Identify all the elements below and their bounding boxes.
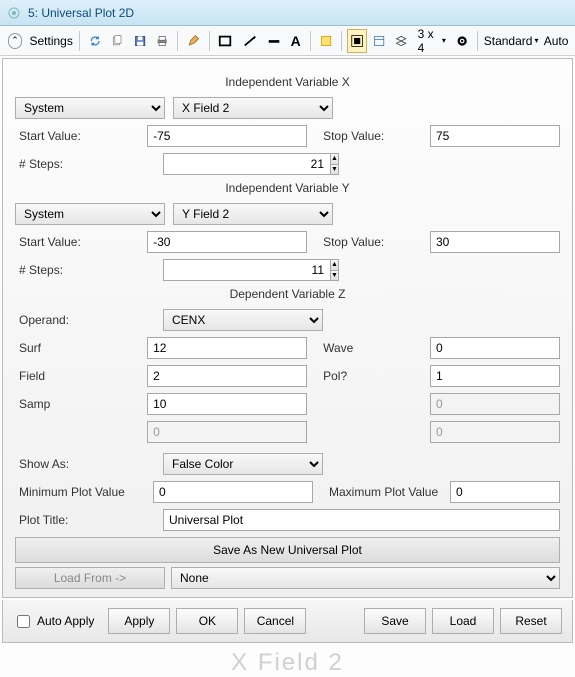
min-plot-label: Minimum Plot Value bbox=[15, 485, 145, 499]
x-steps-spinner[interactable]: ▲▼ bbox=[163, 153, 323, 175]
x-source-select[interactable]: System bbox=[15, 97, 165, 119]
plot-title-label: Plot Title: bbox=[15, 513, 155, 527]
y-stop-input[interactable] bbox=[430, 231, 560, 253]
plot-title-input[interactable] bbox=[163, 509, 560, 531]
extra1-input bbox=[430, 393, 560, 415]
x-stop-input[interactable] bbox=[430, 125, 560, 147]
standard-dropdown[interactable]: Standard ▾ bbox=[483, 29, 539, 53]
x-field-select[interactable]: X Field 2 bbox=[173, 97, 333, 119]
load-button[interactable]: Load bbox=[432, 608, 494, 634]
save-button[interactable]: Save bbox=[364, 608, 426, 634]
x-steps-label: # Steps: bbox=[15, 157, 155, 171]
section-title-x: Independent Variable X bbox=[15, 75, 560, 89]
app-icon bbox=[6, 5, 22, 21]
save-as-new-button[interactable]: Save As New Universal Plot bbox=[15, 537, 560, 563]
min-plot-input[interactable] bbox=[153, 481, 313, 503]
copy-icon[interactable] bbox=[107, 29, 127, 53]
operand-label: Operand: bbox=[15, 313, 155, 327]
rectangle-tool-icon[interactable] bbox=[214, 29, 236, 53]
thickness-icon[interactable] bbox=[263, 29, 285, 53]
cancel-button[interactable]: Cancel bbox=[244, 608, 306, 634]
extra3-input bbox=[430, 421, 560, 443]
window-title: 5: Universal Plot 2D bbox=[28, 6, 134, 20]
spin-up-icon[interactable]: ▲ bbox=[330, 259, 339, 270]
samp-label: Samp bbox=[15, 397, 139, 411]
spin-up-icon[interactable]: ▲ bbox=[330, 153, 339, 164]
save-icon[interactable] bbox=[130, 29, 150, 53]
print-icon[interactable] bbox=[152, 29, 172, 53]
reset-button[interactable]: Reset bbox=[500, 608, 562, 634]
pol-label: Pol? bbox=[315, 369, 422, 383]
y-start-input[interactable] bbox=[147, 231, 307, 253]
y-field-select[interactable]: Y Field 2 bbox=[173, 203, 333, 225]
load-from-button[interactable]: Load From -> bbox=[15, 567, 165, 589]
x-stop-label: Stop Value: bbox=[315, 129, 422, 143]
extra2-input bbox=[147, 421, 307, 443]
surf-label: Surf bbox=[15, 341, 139, 355]
load-from-select[interactable]: None bbox=[171, 567, 560, 589]
x-steps-input[interactable] bbox=[163, 153, 330, 175]
pencil-icon[interactable] bbox=[183, 29, 203, 53]
max-plot-input[interactable] bbox=[450, 481, 560, 503]
auto-apply-checkbox[interactable]: Auto Apply bbox=[13, 612, 94, 631]
y-steps-input[interactable] bbox=[163, 259, 330, 281]
settings-panel: Independent Variable X System X Field 2 … bbox=[2, 58, 573, 598]
apply-button[interactable]: Apply bbox=[108, 608, 170, 634]
field-label: Field bbox=[15, 369, 139, 383]
refresh-icon[interactable] bbox=[85, 29, 105, 53]
wave-input[interactable] bbox=[430, 337, 560, 359]
grid-size-control[interactable]: 3 x 4 ▾ bbox=[414, 29, 450, 53]
samp-input[interactable] bbox=[147, 393, 307, 415]
dialog-footer: Auto Apply Apply OK Cancel Save Load Res… bbox=[2, 600, 573, 643]
x-start-label: Start Value: bbox=[15, 129, 139, 143]
spin-down-icon[interactable]: ▼ bbox=[330, 270, 339, 282]
showas-select[interactable]: False Color bbox=[163, 453, 323, 475]
highlight-icon[interactable] bbox=[316, 29, 336, 53]
collapse-button[interactable]: ⌃ bbox=[4, 29, 26, 53]
y-steps-label: # Steps: bbox=[15, 263, 155, 277]
grid-view-icon[interactable] bbox=[347, 29, 367, 53]
text-tool-icon[interactable]: A bbox=[287, 29, 305, 53]
field-input[interactable] bbox=[147, 365, 307, 387]
section-title-y: Independent Variable Y bbox=[15, 181, 560, 195]
operand-select[interactable]: CENX bbox=[163, 309, 323, 331]
pol-input[interactable] bbox=[430, 365, 560, 387]
y-stop-label: Stop Value: bbox=[315, 235, 422, 249]
toolbar: ⌃ Settings A 3 x 4 ▾ Standard ▾ Auto bbox=[0, 26, 575, 56]
y-steps-spinner[interactable]: ▲▼ bbox=[163, 259, 323, 281]
y-start-label: Start Value: bbox=[15, 235, 139, 249]
settings-button[interactable]: Settings bbox=[28, 29, 74, 53]
line-tool-icon[interactable] bbox=[239, 29, 261, 53]
auto-dropdown[interactable]: Auto bbox=[541, 29, 571, 53]
window-icon[interactable] bbox=[369, 29, 389, 53]
spin-down-icon[interactable]: ▼ bbox=[330, 164, 339, 176]
max-plot-label: Maximum Plot Value bbox=[321, 485, 442, 499]
surf-input[interactable] bbox=[147, 337, 307, 359]
y-source-select[interactable]: System bbox=[15, 203, 165, 225]
title-bar: 5: Universal Plot 2D bbox=[0, 0, 575, 26]
showas-label: Show As: bbox=[15, 457, 155, 471]
ok-button[interactable]: OK bbox=[176, 608, 238, 634]
x-start-input[interactable] bbox=[147, 125, 307, 147]
wave-label: Wave bbox=[315, 341, 422, 355]
section-title-z: Dependent Variable Z bbox=[15, 287, 560, 301]
target-icon[interactable] bbox=[452, 29, 472, 53]
background-text: X Field 2 bbox=[0, 649, 575, 677]
layers-icon[interactable] bbox=[391, 29, 411, 53]
